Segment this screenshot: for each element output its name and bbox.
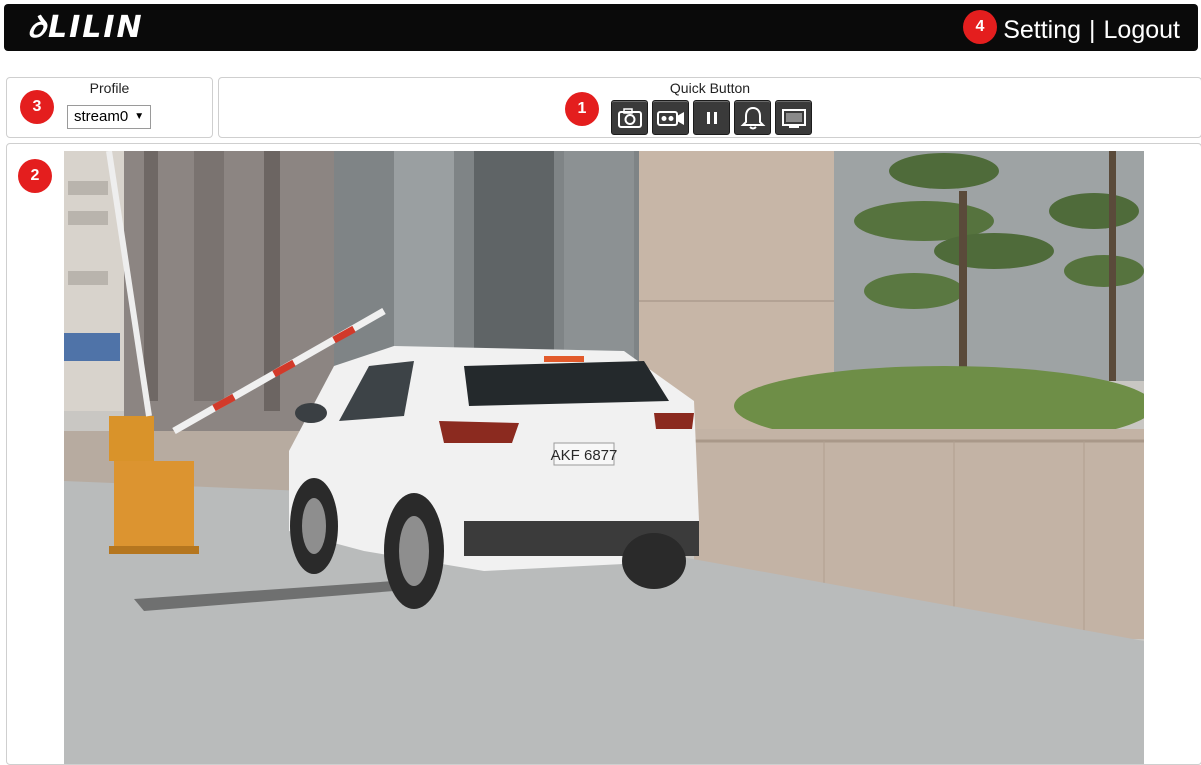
live-view-panel: AKF 6877	[6, 143, 1201, 765]
record-button[interactable]	[652, 100, 689, 135]
callout-marker-4: 4	[963, 10, 997, 44]
fullscreen-button[interactable]	[775, 100, 812, 135]
license-plate-text: AKF 6877	[551, 447, 618, 464]
callout-marker-1: 1	[565, 92, 599, 126]
lilin-logo: ꝺLILIN	[24, 10, 144, 45]
camera-frame: AKF 6877	[64, 151, 1144, 764]
chevron-down-icon: ▼	[134, 111, 145, 122]
pause-icon	[706, 111, 717, 124]
quick-button-title: Quick Button	[669, 80, 751, 96]
pause-button[interactable]	[693, 100, 730, 135]
quick-button-bar	[611, 100, 812, 135]
alarm-bell-icon	[740, 106, 765, 129]
record-icon	[656, 110, 684, 126]
snapshot-button[interactable]	[611, 100, 648, 135]
profile-select-value: stream0	[74, 108, 129, 125]
header-links: Setting | Logout	[1003, 15, 1180, 45]
snapshot-icon	[617, 107, 642, 128]
logout-link[interactable]: Logout	[1104, 15, 1180, 45]
callout-marker-2: 2	[18, 159, 52, 193]
profile-select[interactable]: stream0 ▼	[67, 105, 152, 129]
top-header-bar: ꝺLILIN Setting | Logout	[4, 4, 1198, 51]
setting-link[interactable]: Setting	[1003, 15, 1081, 45]
callout-marker-3: 3	[20, 90, 54, 124]
fullscreen-icon	[781, 108, 806, 128]
quick-button-panel: Quick Button	[218, 77, 1201, 138]
alarm-button[interactable]	[734, 100, 771, 135]
header-separator: |	[1089, 16, 1096, 44]
live-video-feed[interactable]: AKF 6877	[64, 151, 1144, 764]
